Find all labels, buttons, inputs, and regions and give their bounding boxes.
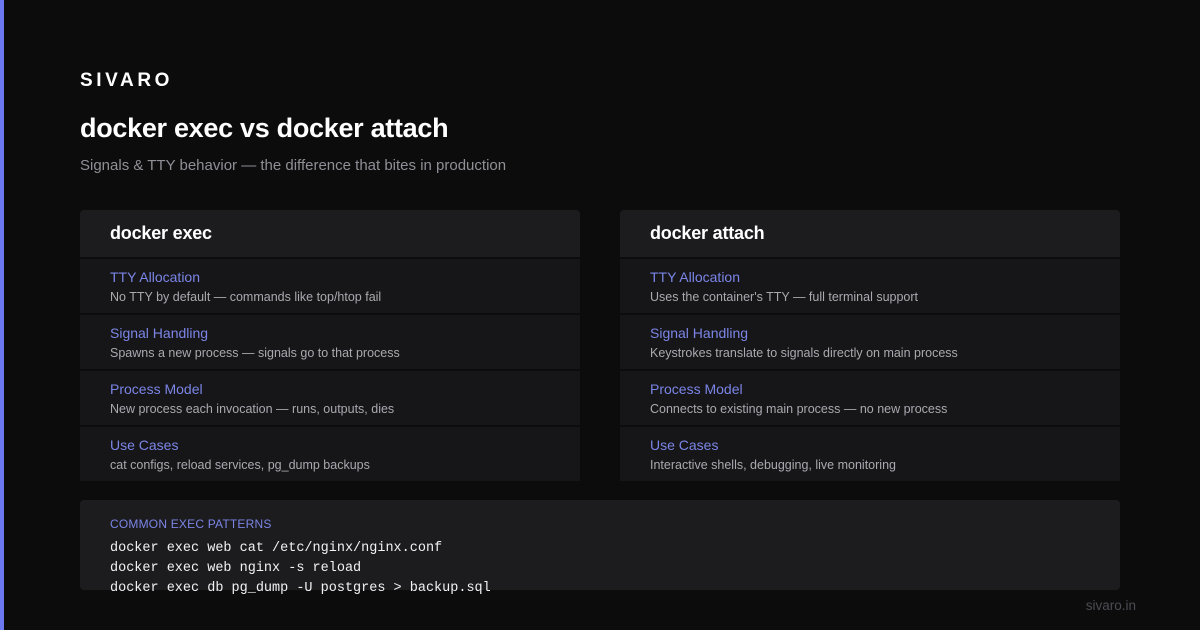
row-description: New process each invocation — runs, outp…: [110, 402, 395, 416]
row-title: Process Model: [650, 381, 743, 397]
panel-heading: docker exec: [80, 210, 580, 257]
row-title: TTY Allocation: [110, 269, 201, 285]
code-line: docker exec web cat /etc/nginx/nginx.con…: [110, 541, 443, 556]
comparison-row-usecases: Use Cases cat configs, reload services, …: [80, 427, 580, 481]
row-description: Connects to existing main process — no n…: [650, 402, 948, 416]
row-title: Use Cases: [650, 437, 719, 453]
brand-logo: SIVARO: [80, 70, 174, 91]
left-accent-bar: [0, 0, 4, 630]
comparison-row-process: Process Model Connects to existing main …: [620, 371, 1120, 425]
code-line: docker exec web nginx -s reload: [110, 561, 362, 576]
row-description: Spawns a new process — signals go to tha…: [110, 346, 400, 360]
row-description: cat configs, reload services, pg_dump ba…: [110, 458, 370, 472]
row-title: Signal Handling: [650, 325, 749, 341]
row-description: Interactive shells, debugging, live moni…: [650, 458, 896, 472]
footer-url: sivaro.in: [1085, 598, 1136, 613]
code-block: docker exec web cat /etc/nginx/nginx.con…: [110, 539, 1090, 599]
row-description: No TTY by default — commands like top/ht…: [110, 290, 382, 304]
row-title: Process Model: [110, 381, 203, 397]
page-subtitle: Signals & TTY behavior — the difference …: [80, 157, 507, 174]
exec-patterns-panel: COMMON EXEC PATTERNS docker exec web cat…: [80, 500, 1120, 596]
comparison-row-usecases: Use Cases Interactive shells, debugging,…: [620, 427, 1120, 481]
row-title: Signal Handling: [110, 325, 209, 341]
comparison-row-signal: Signal Handling Keystrokes translate to …: [620, 315, 1120, 369]
patterns-label: COMMON EXEC PATTERNS: [110, 517, 272, 531]
comparison-row-signal: Signal Handling Spawns a new process — s…: [80, 315, 580, 369]
panel-docker-exec: docker exec TTY Allocation No TTY by def…: [80, 210, 580, 481]
row-description: Uses the container's TTY — full terminal…: [650, 290, 919, 304]
comparison-row-tty: TTY Allocation Uses the container's TTY …: [620, 259, 1120, 313]
row-title: Use Cases: [110, 437, 179, 453]
code-line: docker exec db pg_dump -U postgres > bac…: [110, 581, 491, 596]
row-title: TTY Allocation: [650, 269, 741, 285]
comparison-row-process: Process Model New process each invocatio…: [80, 371, 580, 425]
row-description: Keystrokes translate to signals directly…: [650, 346, 958, 360]
comparison-row-tty: TTY Allocation No TTY by default — comma…: [80, 259, 580, 313]
panel-docker-attach: docker attach TTY Allocation Uses the co…: [620, 210, 1120, 481]
page-title: docker exec vs docker attach: [80, 113, 449, 143]
panel-heading: docker attach: [620, 210, 1120, 257]
